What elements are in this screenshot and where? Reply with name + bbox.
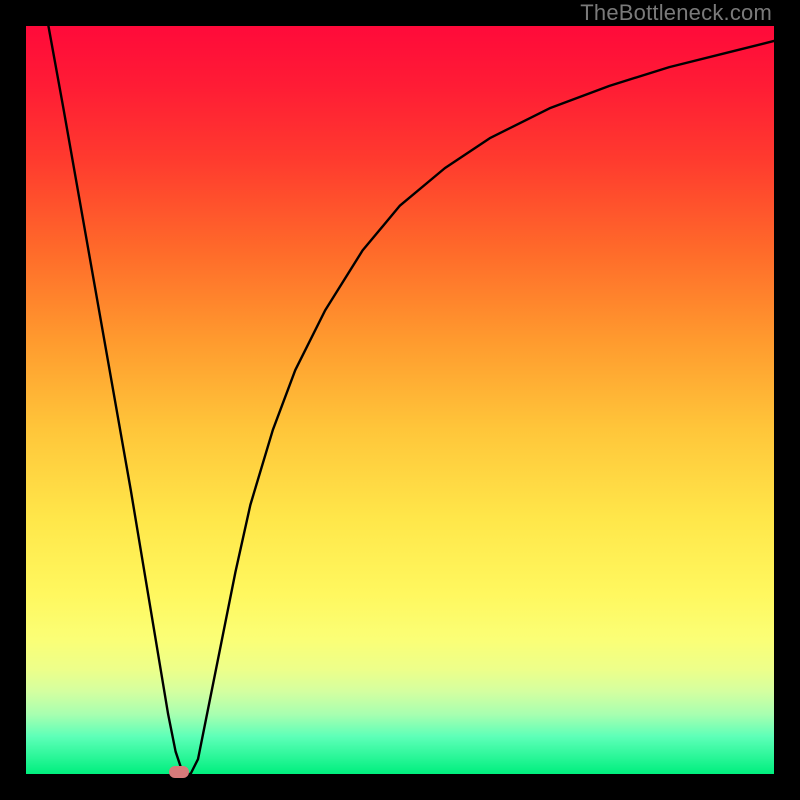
watermark-text: TheBottleneck.com	[580, 0, 772, 26]
optimal-marker	[169, 766, 189, 778]
bottleneck-curve	[48, 26, 774, 774]
curve-layer	[26, 26, 774, 774]
chart-frame: TheBottleneck.com	[0, 0, 800, 800]
